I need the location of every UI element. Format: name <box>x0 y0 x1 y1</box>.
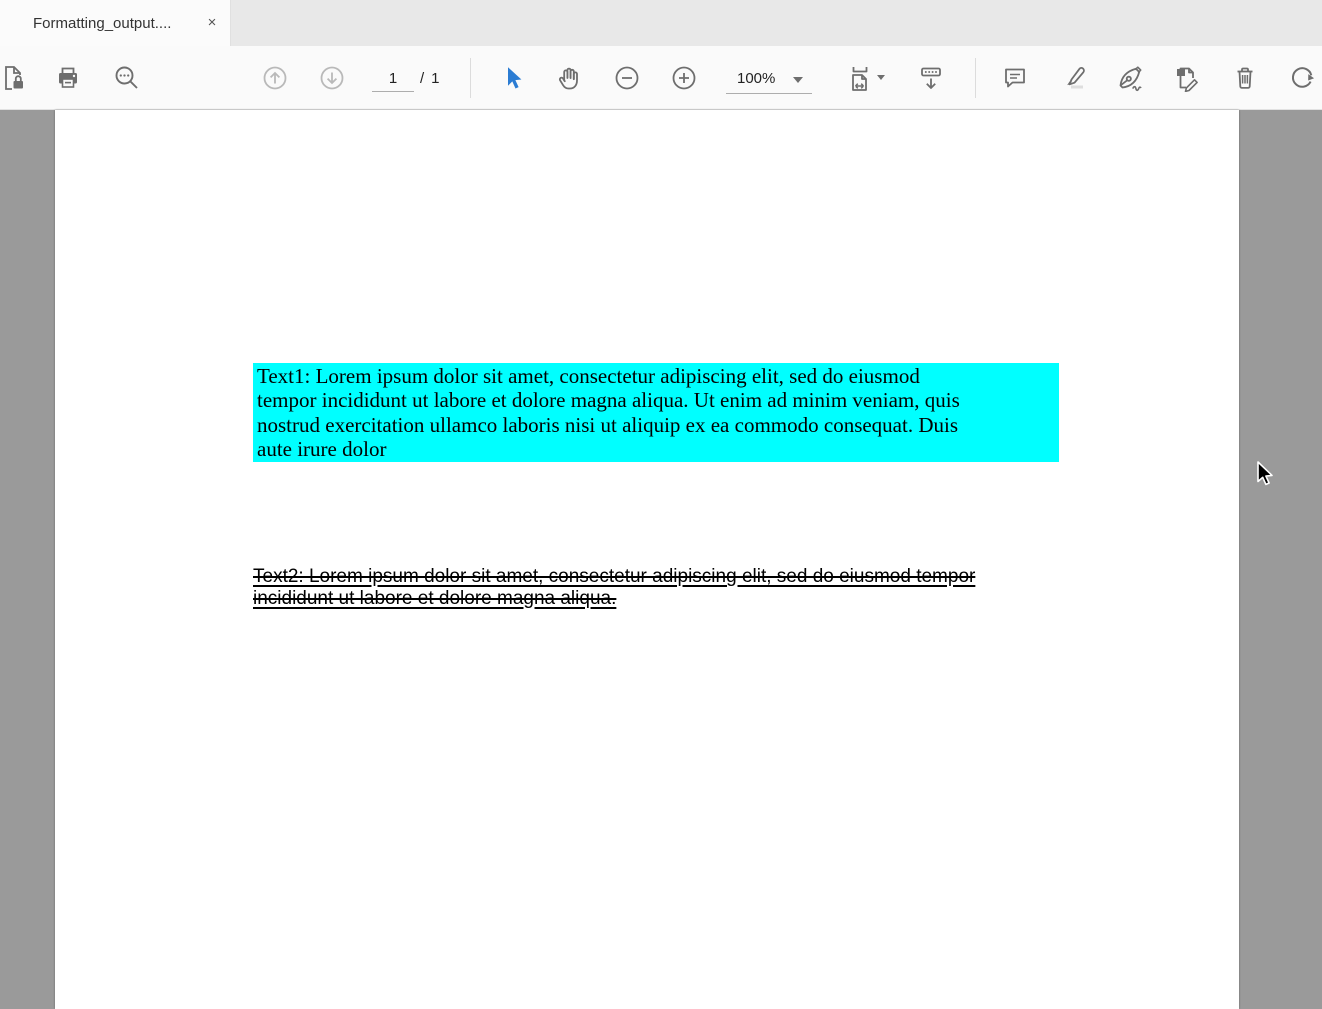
toolbar-divider <box>975 58 976 98</box>
zoom-level-dropdown[interactable]: 100% <box>726 64 812 94</box>
protected-document-icon[interactable] <box>0 61 30 95</box>
toolbar-divider <box>470 58 471 98</box>
text-line: tempor incididunt ut labore et dolore ma… <box>257 388 1059 412</box>
select-tool-icon[interactable] <box>495 61 529 95</box>
dock-toolbar-icon[interactable] <box>914 61 948 95</box>
text-line: Text2: Lorem ipsum dolor sit amet, conse… <box>253 566 975 588</box>
print-icon[interactable] <box>51 61 85 95</box>
text-line: aute irure dolor <box>257 437 1059 461</box>
highlight-icon[interactable] <box>1056 61 1090 95</box>
comment-icon[interactable] <box>998 61 1032 95</box>
pdf-viewer-window: Formatting_output.... × <box>0 0 1322 1009</box>
document-tab[interactable]: Formatting_output.... × <box>0 0 231 46</box>
redo-icon[interactable] <box>1285 61 1319 95</box>
ink-signature-icon[interactable] <box>1113 61 1147 95</box>
text-line: nostrud exercitation ullamco laboris nis… <box>257 413 1059 437</box>
tab-bar: Formatting_output.... × <box>0 0 1322 46</box>
zoom-level-value: 100% <box>737 70 775 87</box>
chevron-down-icon <box>793 77 803 83</box>
highlighted-text-annotation[interactable]: Text1: Lorem ipsum dolor sit amet, conse… <box>253 363 1059 462</box>
tab-title: Formatting_output.... <box>33 15 171 32</box>
page-separator: / <box>420 70 424 87</box>
text-line: incididunt ut labore et dolore magna ali… <box>253 588 975 610</box>
hand-tool-icon[interactable] <box>552 61 586 95</box>
page-number-input[interactable] <box>372 66 414 92</box>
pdf-page[interactable]: Text1: Lorem ipsum dolor sit amet, conse… <box>55 110 1239 1009</box>
zoom-out-icon[interactable] <box>610 61 644 95</box>
delete-annotation-icon[interactable] <box>1228 61 1262 95</box>
fit-width-chevron-icon[interactable] <box>877 75 885 80</box>
strikethrough-text-annotation[interactable]: Text2: Lorem ipsum dolor sit amet, conse… <box>253 566 975 609</box>
page-up-icon[interactable] <box>258 61 292 95</box>
document-canvas[interactable]: Text1: Lorem ipsum dolor sit amet, conse… <box>0 110 1322 1009</box>
search-icon[interactable] <box>110 61 144 95</box>
stamp-edit-icon[interactable] <box>1170 61 1204 95</box>
text-line: Text1: Lorem ipsum dolor sit amet, conse… <box>257 364 1059 388</box>
main-toolbar: /1 100% <box>0 46 1322 110</box>
page-total: 1 <box>431 70 439 87</box>
tab-close-icon[interactable]: × <box>202 13 222 33</box>
page-count-label: /1 <box>420 70 447 87</box>
zoom-in-icon[interactable] <box>667 61 701 95</box>
fit-width-icon[interactable] <box>843 61 877 95</box>
page-down-icon[interactable] <box>315 61 349 95</box>
